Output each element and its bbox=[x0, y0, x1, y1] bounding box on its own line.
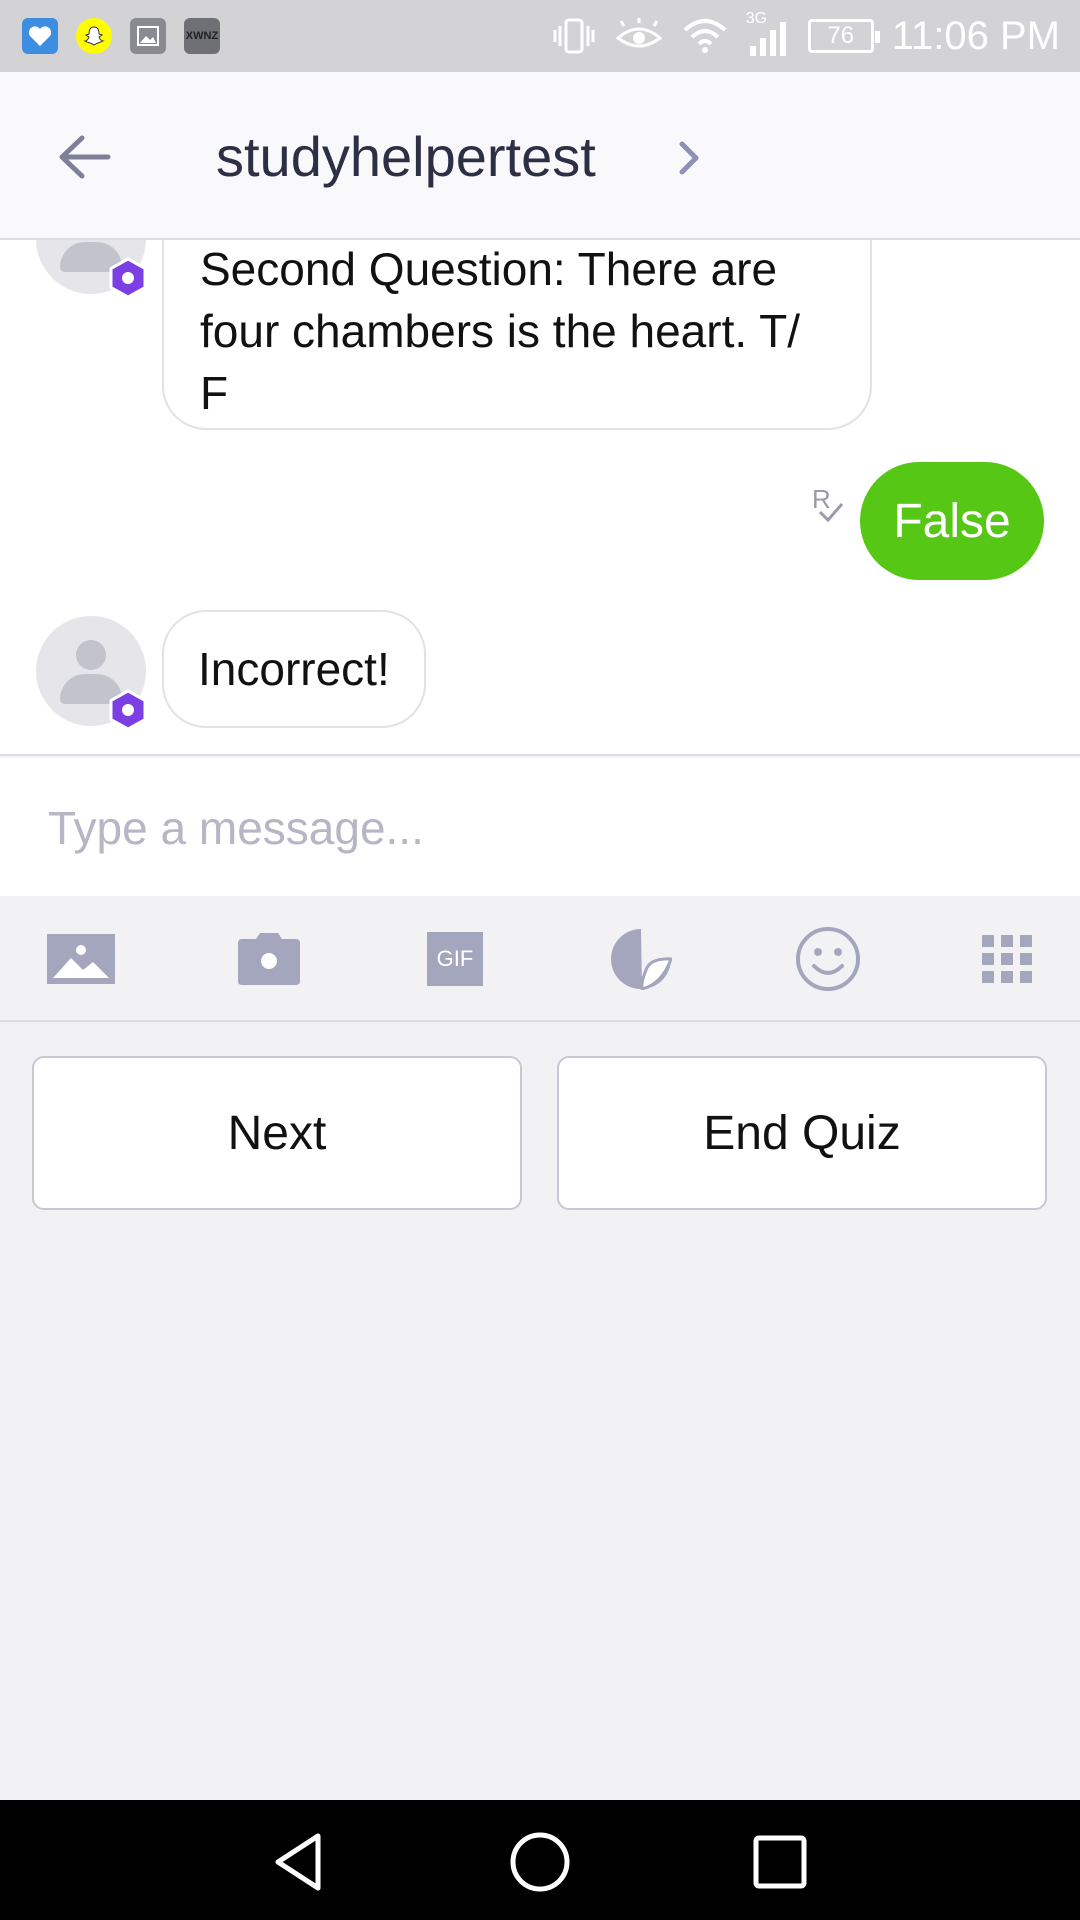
emoji-icon[interactable] bbox=[793, 926, 863, 992]
chevron-right-icon[interactable] bbox=[676, 138, 702, 178]
next-button[interactable]: Next bbox=[32, 1056, 522, 1210]
message-text: Incorrect! bbox=[198, 643, 390, 695]
chat-title[interactable]: studyhelpertest bbox=[216, 124, 596, 189]
arrow-left-icon[interactable] bbox=[56, 132, 112, 182]
message-list[interactable]: Second Question: There are four chambers… bbox=[0, 240, 1080, 756]
gallery-icon bbox=[130, 18, 166, 54]
health-app-icon bbox=[22, 18, 58, 54]
image-icon[interactable] bbox=[46, 926, 116, 992]
message-text: False bbox=[893, 494, 1011, 548]
eye-comfort-icon bbox=[615, 18, 663, 48]
news-app-icon: XWNZ bbox=[184, 18, 220, 54]
status-bar: XWNZ 3G 76 11:06 PM bbox=[0, 0, 1080, 72]
camera-icon[interactable] bbox=[234, 926, 304, 992]
message-bubble-question[interactable]: Second Question: There are four chambers… bbox=[162, 240, 872, 430]
nav-recents-icon[interactable] bbox=[748, 1830, 812, 1894]
message-bubble-answer[interactable]: False bbox=[860, 462, 1044, 580]
gif-icon[interactable]: GIF bbox=[420, 926, 490, 992]
message-input[interactable] bbox=[48, 796, 1028, 860]
cell-signal-icon: 3G bbox=[746, 10, 790, 58]
gif-label: GIF bbox=[427, 932, 483, 986]
nav-home-icon[interactable] bbox=[508, 1830, 572, 1894]
wifi-icon bbox=[683, 19, 727, 53]
grid-icon[interactable] bbox=[972, 926, 1042, 992]
nav-back-icon[interactable] bbox=[268, 1830, 332, 1894]
snapchat-icon bbox=[76, 18, 112, 54]
bot-avatar[interactable] bbox=[36, 240, 147, 299]
message-text: Second Question: There are four chambers… bbox=[200, 243, 800, 419]
composer bbox=[0, 758, 1080, 896]
system-nav-bar bbox=[0, 1800, 1080, 1920]
chat-header: studyhelpertest bbox=[0, 72, 1080, 240]
vibrate-icon bbox=[553, 18, 595, 54]
message-bubble-feedback[interactable]: Incorrect! bbox=[162, 610, 426, 728]
bot-badge-icon bbox=[109, 689, 147, 731]
composer-toolbar: GIF bbox=[0, 896, 1080, 1022]
clock: 11:06 PM bbox=[891, 13, 1060, 58]
end-quiz-button[interactable]: End Quiz bbox=[557, 1056, 1047, 1210]
read-receipt-icon: R bbox=[810, 484, 846, 530]
network-type: 3G bbox=[745, 10, 768, 27]
battery-icon: 76 bbox=[807, 19, 880, 53]
bot-avatar[interactable] bbox=[36, 616, 147, 731]
bot-badge-icon bbox=[109, 257, 147, 299]
sticker-icon[interactable] bbox=[606, 926, 676, 992]
